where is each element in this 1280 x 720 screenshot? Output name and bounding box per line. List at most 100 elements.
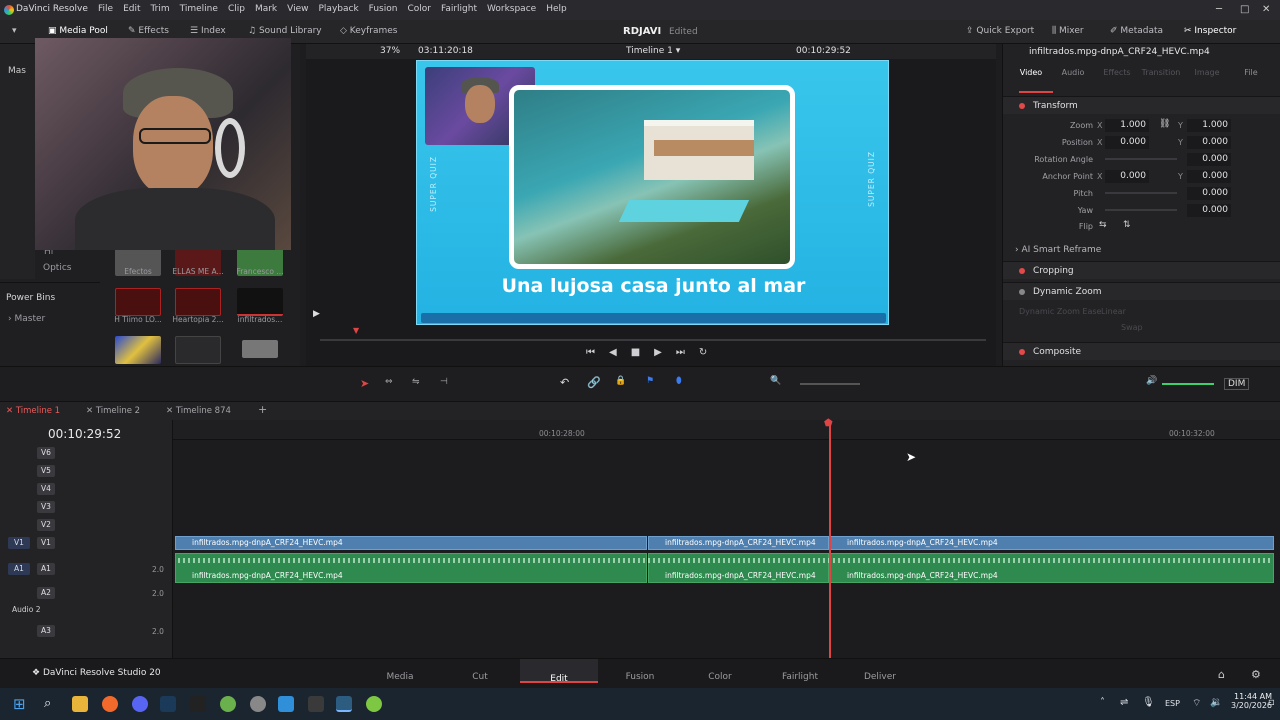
track-v1-source[interactable]: V1 xyxy=(8,537,30,549)
network-icon[interactable]: ⇌ xyxy=(1120,697,1128,708)
effects-button[interactable]: ✎ Effects xyxy=(128,26,169,36)
yaw-field[interactable]: 0.000 xyxy=(1187,204,1231,217)
tab-image[interactable]: Image xyxy=(1187,68,1227,77)
menu-fairlight[interactable]: Fairlight xyxy=(436,4,482,14)
clock[interactable]: 11:44 AM 3/20/2026 xyxy=(1231,692,1272,710)
photos-icon[interactable] xyxy=(278,696,294,712)
position-y-field[interactable]: 0.000 xyxy=(1187,136,1231,149)
rotation-slider[interactable] xyxy=(1105,158,1177,160)
tray-chevron-icon[interactable]: ˄ xyxy=(1100,697,1105,708)
tab-audio[interactable]: Audio xyxy=(1053,68,1093,77)
monitor-volume-slider[interactable] xyxy=(1162,383,1214,385)
tab-effects[interactable]: Effects xyxy=(1097,68,1137,77)
linked-selection-icon[interactable]: 🔗 xyxy=(587,376,601,389)
video-clip[interactable]: infiltrados.mpg-dnpA_CRF24_HEVC.mp4 xyxy=(830,536,1274,550)
viewer-zoom[interactable]: 37% xyxy=(380,46,400,56)
track-a1-source[interactable]: A1 xyxy=(8,563,30,575)
page-fusion[interactable]: Fusion xyxy=(610,672,670,682)
track-v3[interactable]: V3 xyxy=(37,501,55,513)
tab-timeline-874[interactable]: ✕ Timeline 874 xyxy=(166,406,231,416)
sound-library-button[interactable]: ♫ Sound Library xyxy=(248,26,322,36)
minimize-icon[interactable]: ─ xyxy=(1216,4,1222,15)
dim-button[interactable]: DIM xyxy=(1224,378,1250,390)
swap-button[interactable]: Swap xyxy=(1121,323,1143,332)
video-clip[interactable]: infiltrados.mpg-dnpA_CRF24_HEVC.mp4 xyxy=(648,536,829,550)
dynamic-trim-icon[interactable]: ⇋ xyxy=(412,377,420,387)
language-indicator[interactable]: ESP xyxy=(1165,699,1180,708)
link-icon[interactable]: ⛓ xyxy=(1159,119,1170,129)
playhead-handle-icon[interactable]: ⬟ xyxy=(824,418,833,429)
zoom-y-field[interactable]: 1.000 xyxy=(1187,119,1231,132)
play-icon[interactable]: ▶ xyxy=(654,347,662,358)
volume-icon[interactable]: 🔊 xyxy=(1146,376,1157,386)
media-thumb[interactable] xyxy=(115,336,161,364)
anchor-x-field[interactable]: 0.000 xyxy=(1105,170,1149,183)
timeline-selector[interactable]: Timeline 1 ▾ xyxy=(626,46,680,56)
tab-file[interactable]: File xyxy=(1231,68,1271,77)
file-explorer-icon[interactable] xyxy=(72,696,88,712)
power-bins-master[interactable]: › Master xyxy=(8,314,45,324)
page-fairlight[interactable]: Fairlight xyxy=(770,672,830,682)
media-thumb[interactable] xyxy=(237,288,283,316)
media-pool-button[interactable]: ▣ Media Pool xyxy=(48,26,108,36)
quick-export-button[interactable]: ⇪ Quick Export xyxy=(966,26,1034,36)
track-v2[interactable]: V2 xyxy=(37,519,55,531)
capcut-icon[interactable] xyxy=(308,696,324,712)
track-v4[interactable]: V4 xyxy=(37,483,55,495)
enabled-dot-icon[interactable] xyxy=(1019,103,1025,109)
stop-icon[interactable]: ■ xyxy=(631,347,640,358)
blade-tool-icon[interactable]: ⊣ xyxy=(440,377,448,387)
chat-app-icon[interactable] xyxy=(366,696,382,712)
media-thumb[interactable] xyxy=(115,288,161,316)
page-deliver[interactable]: Deliver xyxy=(850,672,910,682)
lock-icon[interactable]: 🔒 xyxy=(615,376,626,386)
menu-color[interactable]: Color xyxy=(402,4,436,14)
video-clip[interactable]: infiltrados.mpg-dnpA_CRF24_HEVC.mp4 xyxy=(175,536,647,550)
zoom-icon[interactable]: 🔍 xyxy=(770,376,781,386)
pitch-field[interactable]: 0.000 xyxy=(1187,187,1231,200)
inspector-button[interactable]: ✂ Inspector xyxy=(1184,26,1236,36)
menu-timeline[interactable]: Timeline xyxy=(175,4,223,14)
track-a3[interactable]: A3 xyxy=(37,625,55,637)
mic-icon[interactable]: 🎙 xyxy=(1142,697,1155,708)
menu-edit[interactable]: Edit xyxy=(118,4,145,14)
flip-vertical-icon[interactable]: ⇅ xyxy=(1123,220,1131,230)
playhead[interactable] xyxy=(829,424,831,658)
marker-icon[interactable]: ⬮ xyxy=(676,376,682,386)
zoom-slider[interactable] xyxy=(800,383,860,385)
menu-view[interactable]: View xyxy=(282,4,313,14)
video-frame[interactable]: SUPER QUIZ SUPER QUIZ Una lujosa casa ju… xyxy=(416,60,889,325)
optics-bin[interactable]: Optics xyxy=(43,263,71,273)
menu-mark[interactable]: Mark xyxy=(250,4,282,14)
snapping-icon[interactable]: ↶ xyxy=(560,376,569,389)
search-icon[interactable]: ⌕ xyxy=(44,696,51,711)
discord-icon[interactable] xyxy=(132,696,148,712)
dynamic-zoom-section[interactable]: Dynamic Zoom xyxy=(1003,282,1280,300)
media-thumb[interactable] xyxy=(175,288,221,316)
tab-timeline-2[interactable]: ✕ Timeline 2 xyxy=(86,406,140,416)
selection-tool-icon[interactable]: ➤ xyxy=(360,377,369,390)
windows-start-icon[interactable]: ⊞ xyxy=(13,695,26,713)
menu-trim[interactable]: Trim xyxy=(146,4,175,14)
enabled-dot-icon[interactable] xyxy=(1019,268,1025,274)
epic-icon[interactable] xyxy=(190,696,206,712)
metadata-button[interactable]: ✐ Metadata xyxy=(1110,26,1163,36)
brave-icon[interactable] xyxy=(102,696,118,712)
page-cut[interactable]: Cut xyxy=(450,672,510,682)
menu-file[interactable]: File xyxy=(93,4,118,14)
flag-icon[interactable]: ⚑ xyxy=(646,376,654,386)
mixer-button[interactable]: ⫼ Mixer xyxy=(1052,26,1084,36)
tab-transition[interactable]: Transition xyxy=(1141,68,1181,77)
disabled-dot-icon[interactable] xyxy=(1019,289,1025,295)
anchor-y-field[interactable]: 0.000 xyxy=(1187,170,1231,183)
zoom-x-field[interactable]: 1.000 xyxy=(1105,119,1149,132)
page-edit[interactable]: Edit xyxy=(520,659,598,684)
flip-horizontal-icon[interactable]: ⇆ xyxy=(1099,220,1107,230)
media-thumb[interactable] xyxy=(175,336,221,364)
trim-tool-icon[interactable]: ⇔ xyxy=(385,377,393,387)
dz-ease-select[interactable]: Linear xyxy=(1101,307,1126,316)
wifi-icon[interactable]: ⌔ xyxy=(1192,697,1201,710)
davinci-taskbar-icon[interactable] xyxy=(336,696,352,712)
track-a2[interactable]: A2 xyxy=(37,587,55,599)
media-thumb[interactable] xyxy=(242,340,278,358)
